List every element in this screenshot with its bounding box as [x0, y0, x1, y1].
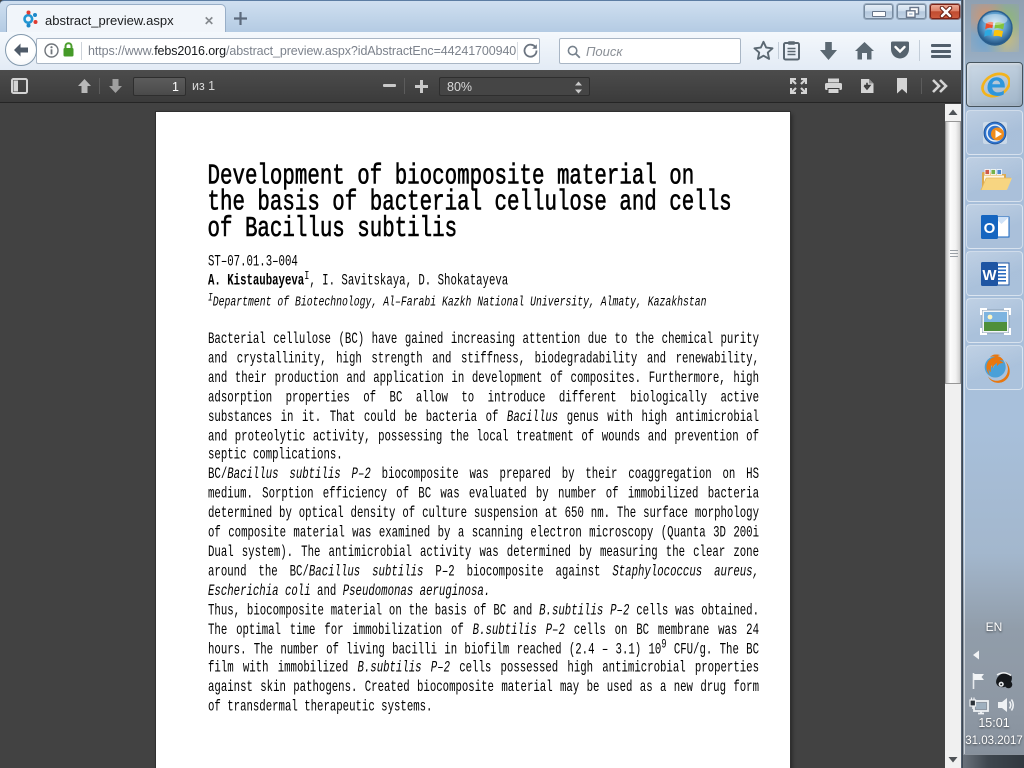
svg-text:O: O	[984, 220, 996, 237]
svg-text:W: W	[982, 267, 997, 284]
